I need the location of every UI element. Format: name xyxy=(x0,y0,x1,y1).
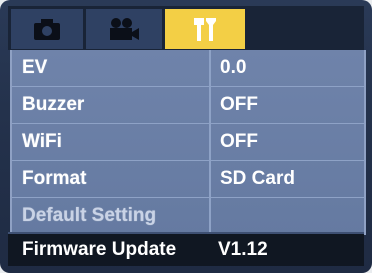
column-divider xyxy=(209,124,211,160)
column-divider xyxy=(209,50,211,86)
column-divider xyxy=(209,87,211,123)
tab-photo[interactable] xyxy=(11,9,86,49)
column-divider xyxy=(209,198,211,234)
menu-value: OFF xyxy=(220,131,258,152)
menu-label: Buzzer xyxy=(22,94,85,115)
menu-row-wifi[interactable]: WiFi OFF xyxy=(12,124,364,161)
menu-row-default-setting[interactable]: Default Setting xyxy=(12,198,364,235)
firmware-version: V1.12 xyxy=(218,239,268,260)
menu-label: Default Setting xyxy=(22,205,157,226)
settings-menu: EV 0.0 Buzzer OFF WiFi OFF Format SD Car… xyxy=(10,50,366,235)
mode-tab-bar xyxy=(8,6,364,50)
menu-row-firmware-update-selected[interactable]: Firmware Update V1.12 xyxy=(8,232,364,266)
tab-video[interactable] xyxy=(86,9,165,49)
menu-row-buzzer[interactable]: Buzzer OFF xyxy=(12,87,364,124)
menu-label: Format xyxy=(22,168,87,189)
camera-settings-screen: EV 0.0 Buzzer OFF WiFi OFF Format SD Car… xyxy=(0,0,372,273)
menu-label: WiFi xyxy=(22,131,62,152)
menu-value: 0.0 xyxy=(220,57,247,78)
camera-icon xyxy=(34,19,60,40)
settings-tools-icon xyxy=(194,18,216,41)
menu-value: SD Card xyxy=(220,168,295,189)
menu-value: OFF xyxy=(220,94,258,115)
column-divider xyxy=(209,161,211,197)
menu-row-format[interactable]: Format SD Card xyxy=(12,161,364,198)
video-camera-icon xyxy=(110,18,139,40)
tab-settings[interactable] xyxy=(165,9,248,49)
menu-label: Firmware Update xyxy=(22,239,177,260)
menu-label: EV xyxy=(22,57,48,78)
menu-row-ev[interactable]: EV 0.0 xyxy=(12,50,364,87)
